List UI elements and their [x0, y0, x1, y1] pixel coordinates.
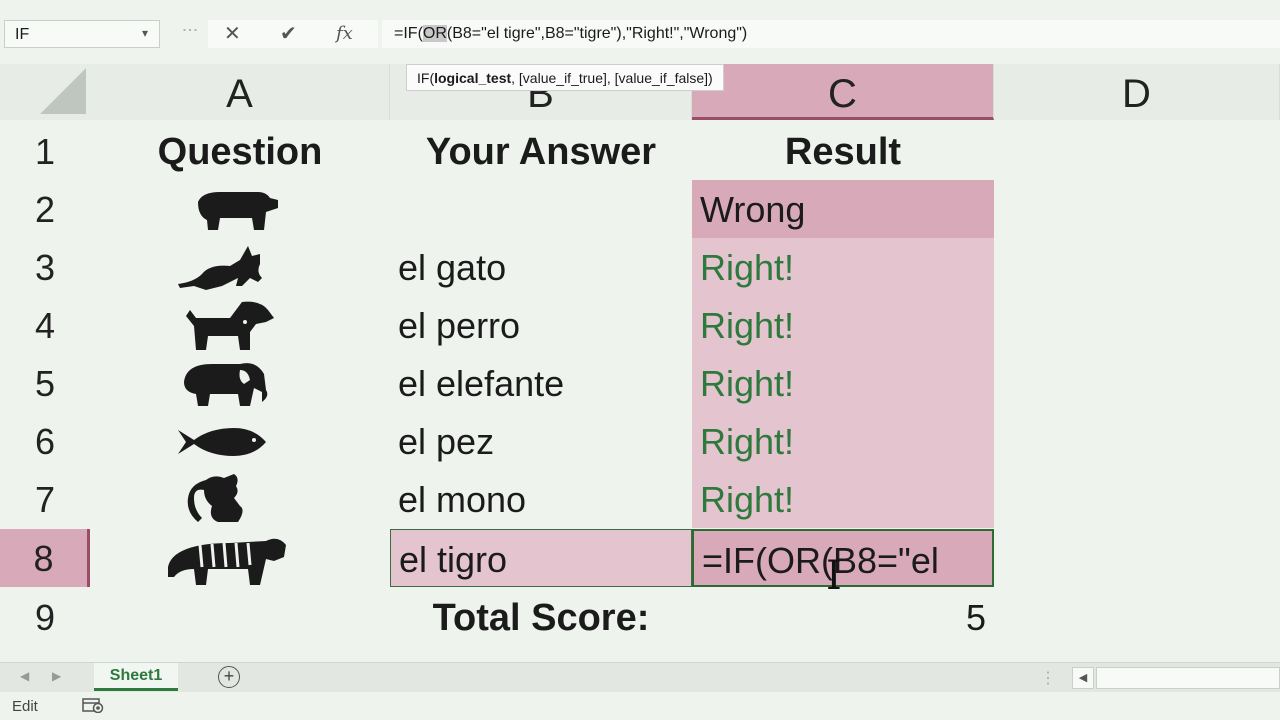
scroll-left-icon[interactable]: ◀ [1072, 667, 1094, 689]
cell-c6[interactable]: Right! [692, 412, 994, 470]
add-sheet-icon[interactable]: + [218, 666, 240, 688]
column-header-c[interactable]: C [692, 64, 994, 120]
row-header-7[interactable]: 7 [0, 470, 90, 528]
cell-c2[interactable]: Wrong [692, 180, 994, 238]
chevron-down-icon[interactable]: ▾ [142, 26, 148, 40]
formula-input[interactable]: =IF(OR(B8="el tigre",B8="tigre"),"Right!… [382, 20, 1280, 48]
cell-b5[interactable]: el elefante [390, 354, 692, 412]
tooltip-current-arg: logical_test [434, 70, 512, 86]
function-tooltip: IF(logical_test, [value_if_true], [value… [406, 64, 724, 91]
cell-c5[interactable]: Right! [692, 354, 994, 412]
cell-b4[interactable]: el perro [390, 296, 692, 354]
cell-c1[interactable]: Result [692, 122, 994, 180]
formula-buttons: ✕ ✔ fx [208, 20, 378, 48]
bear-icon [90, 180, 390, 238]
row-header-9[interactable]: 9 [0, 588, 90, 646]
horizontal-scrollbar[interactable] [1096, 667, 1280, 689]
tab-scroll-right-icon[interactable]: ▶ [52, 669, 61, 683]
fish-icon [90, 412, 390, 470]
row-header-4[interactable]: 4 [0, 296, 90, 354]
dog-icon [90, 296, 390, 354]
cell-c3[interactable]: Right! [692, 238, 994, 296]
cell-b8[interactable]: el tigro [390, 529, 692, 587]
cell-c7[interactable]: Right! [692, 470, 994, 528]
text-cursor-icon: I [826, 553, 842, 599]
checkmark-icon[interactable]: ✔ [280, 21, 297, 46]
tab-scroll-left-icon[interactable]: ◀ [20, 669, 29, 683]
cell-b3[interactable]: el gato [390, 238, 692, 296]
sheet-tab-bar: ◀ ▶ Sheet1 + ⋮ ◀ [0, 662, 1280, 693]
cell-b7[interactable]: el mono [390, 470, 692, 528]
row-header-2[interactable]: 2 [0, 180, 90, 238]
cat-icon [90, 238, 390, 296]
monkey-icon [90, 470, 390, 528]
formula-bar: IF ▾ ⋮ ✕ ✔ fx =IF(OR(B8="el tigre",B8="t… [0, 0, 1280, 68]
cell-b6[interactable]: el pez [390, 412, 692, 470]
column-header-a[interactable]: A [90, 64, 390, 120]
row-header-6[interactable]: 6 [0, 412, 90, 470]
select-all-triangle [40, 68, 86, 114]
cell-b9-total-label[interactable]: Total Score: [390, 588, 692, 646]
row-header-5[interactable]: 5 [0, 354, 90, 412]
formula-text: =IF(OR(B8="el tigre",B8="tigre"),"Right!… [394, 25, 748, 42]
elephant-icon [90, 354, 390, 412]
cell-a1[interactable]: Question [90, 122, 390, 180]
macro-recording-icon[interactable] [82, 697, 104, 713]
tab-sheet1[interactable]: Sheet1 [94, 663, 178, 691]
status-mode: Edit [12, 698, 38, 715]
split-handle-icon[interactable]: ⋮ [1040, 668, 1056, 688]
cell-c4[interactable]: Right! [692, 296, 994, 354]
row-header-3[interactable]: 3 [0, 238, 90, 296]
formula-highlight: OR [422, 25, 447, 42]
name-box-value: IF [15, 26, 30, 43]
cell-b1[interactable]: Your Answer [390, 122, 692, 180]
drag-handle-icon[interactable]: ⋮ [180, 22, 199, 36]
name-box[interactable]: IF ▾ [4, 20, 160, 48]
column-header-d[interactable]: D [994, 64, 1280, 120]
cell-c8-editing[interactable]: =IF(OR(B8="el [692, 529, 994, 587]
row-header-1[interactable]: 1 [0, 122, 90, 180]
insert-function-icon[interactable]: fx [336, 23, 353, 44]
status-bar: Edit [0, 692, 1280, 720]
row-header-8[interactable]: 8 [0, 529, 90, 587]
tiger-icon [90, 529, 390, 587]
cancel-icon[interactable]: ✕ [224, 21, 241, 46]
